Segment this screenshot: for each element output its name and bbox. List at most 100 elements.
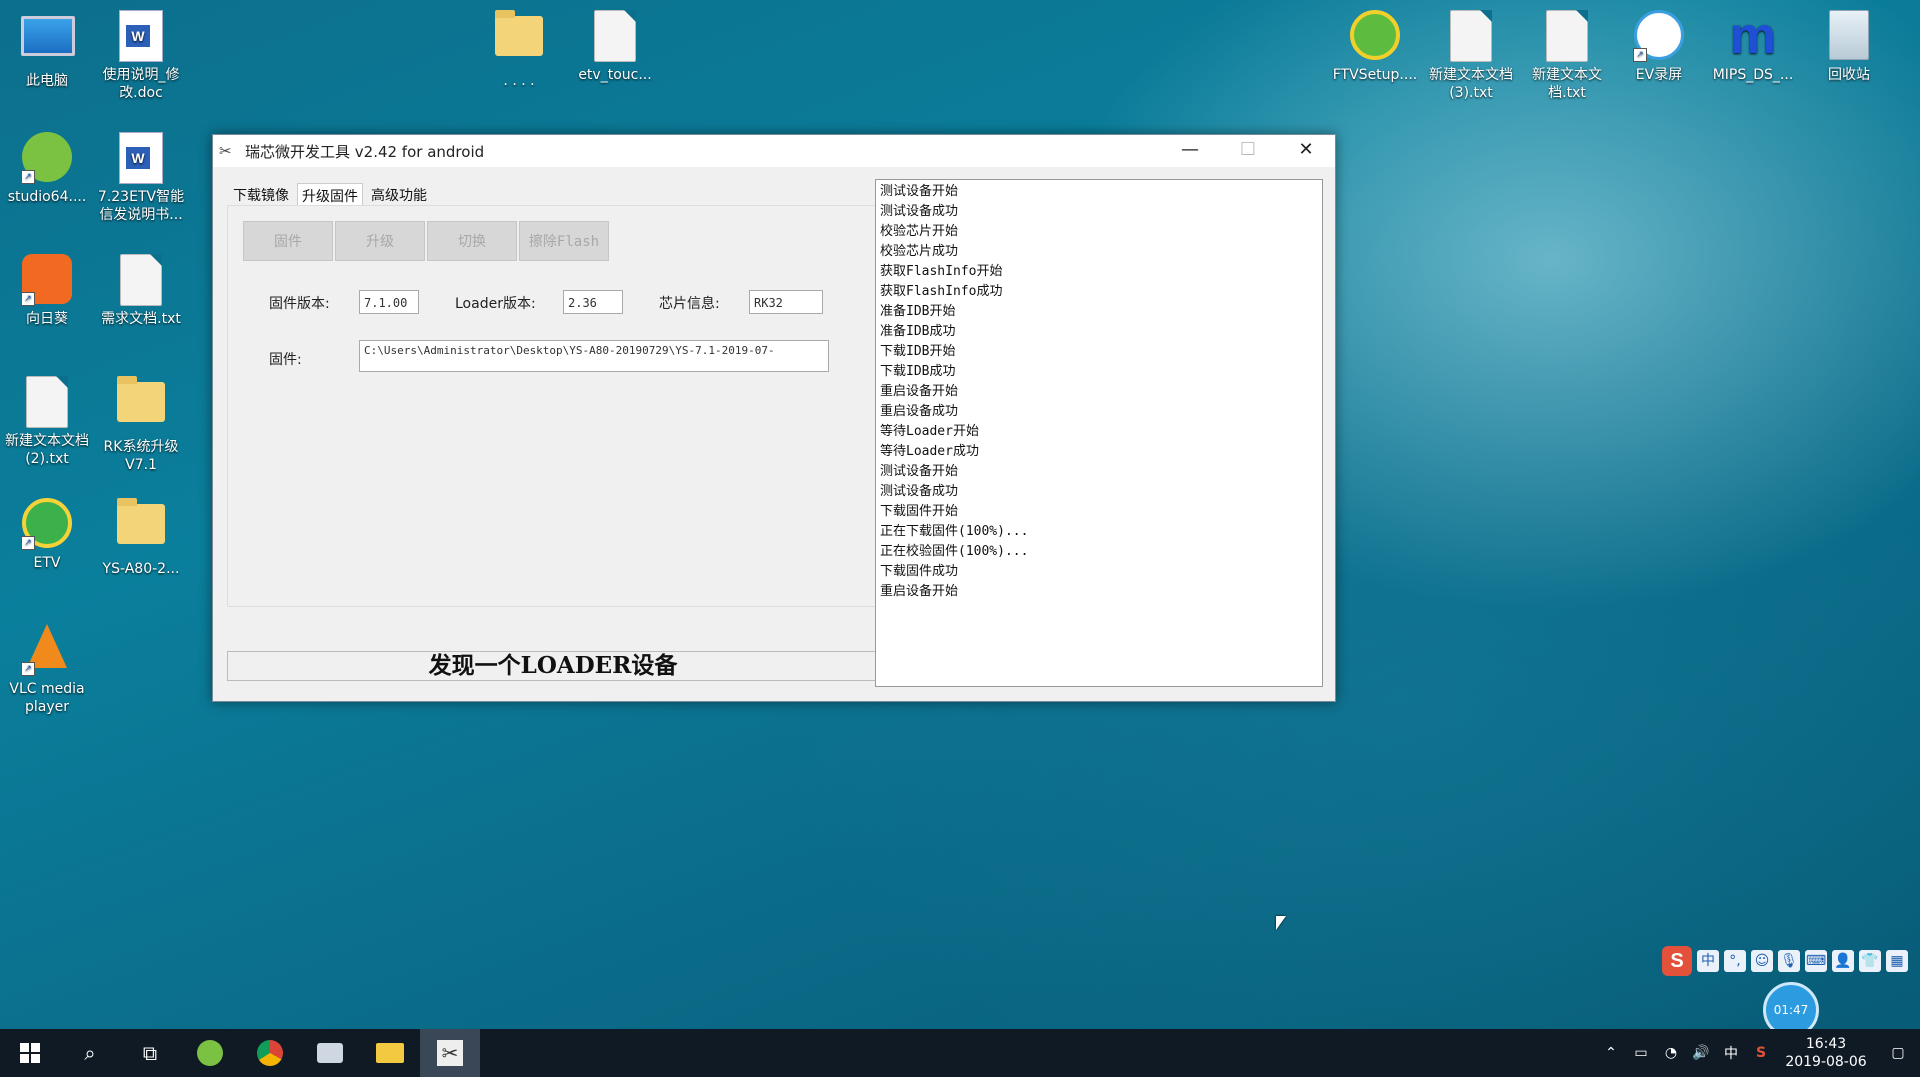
loader-version-label: Loader版本: (455, 296, 536, 312)
desktop-icon-label: EV录屏 (1635, 67, 1683, 83)
log-line: 正在校验固件(100%)... (880, 544, 1029, 559)
desktop-icon-new-text[interactable]: 新建文本文档.txt (1522, 10, 1612, 102)
desktop-icon-dots-folder[interactable]: . . . . (474, 10, 564, 90)
desktop-icon-etv-touch[interactable]: etv_touc... (570, 10, 660, 84)
sogou-logo-icon[interactable]: S (1662, 946, 1692, 976)
folder-icon (376, 1043, 404, 1063)
user-icon[interactable]: 👤 (1832, 950, 1854, 972)
firmware-version-field[interactable]: 7.1.00 (359, 290, 419, 314)
desktop-icon-recycle-bin[interactable]: 回收站 (1804, 10, 1894, 84)
desktop-icon-label: . . . . (503, 73, 535, 89)
input-language[interactable]: 中 (1716, 1043, 1746, 1063)
desktop-icon-label: YS-A80-2... (102, 561, 180, 577)
log-line: 重启设备开始 (880, 384, 959, 399)
notification-icon[interactable]: ▢ (1876, 1045, 1920, 1061)
chip-info-field[interactable]: RK32 (749, 290, 823, 314)
microphone-icon[interactable]: 🎙 (1778, 950, 1800, 972)
desktop-icon-rk-upgrade[interactable]: RK系统升级V7.1 (96, 376, 186, 474)
desktop-icon-ys-a80[interactable]: YS-A80-2... (96, 498, 186, 578)
log-line: 测试设备开始 (880, 464, 959, 479)
desktop-icon-vlc[interactable]: ↗ VLC media player (2, 620, 92, 716)
firmware-path-field[interactable]: C:\Users\Administrator\Desktop\YS-A80-20… (359, 340, 829, 372)
firmware-toolbar: 固件 升级 切换 擦除Flash (243, 221, 611, 261)
grid-menu-icon[interactable]: ▦ (1886, 950, 1908, 972)
desktop-icon-sunflower[interactable]: ↗ 向日葵 (2, 254, 92, 328)
log-line: 准备IDB开始 (880, 304, 956, 319)
log-line: 重启设备开始 (880, 584, 959, 599)
taskbar-dev-tool[interactable]: ✂ (420, 1029, 480, 1077)
task-view-button[interactable]: ⧉ (120, 1029, 180, 1077)
desktop-icon-label: 使用说明_修改.doc (102, 67, 180, 101)
volume-icon[interactable]: 🔊 (1686, 1045, 1716, 1061)
upgrade-button[interactable]: 升级 (335, 221, 425, 261)
desktop-icon-label: 向日葵 (26, 311, 68, 327)
text-file-icon (1450, 10, 1492, 62)
punctuation-icon[interactable]: °, (1724, 950, 1746, 972)
text-file-icon (1546, 10, 1588, 62)
firmware-button[interactable]: 固件 (243, 221, 333, 261)
desktop-icon-label: 新建文本文档.txt (1532, 67, 1602, 101)
recycle-bin-icon (1829, 10, 1869, 60)
emoji-icon[interactable]: ☺ (1751, 950, 1773, 972)
log-line: 下载IDB开始 (880, 344, 956, 359)
log-line: 准备IDB成功 (880, 324, 956, 339)
desktop-icon-etv[interactable]: ↗ ETV (2, 498, 92, 572)
chevron-up-icon[interactable]: ⌃ (1596, 1045, 1626, 1061)
desktop-icon-label: studio64.... (7, 189, 87, 205)
keyboard-icon[interactable]: ⌨ (1805, 950, 1827, 972)
title-bar[interactable]: ✂ 瑞芯微开发工具 v2.42 for android — ☐ ✕ (213, 135, 1335, 167)
search-button[interactable]: ⌕ (60, 1029, 120, 1077)
sogou-tray-icon[interactable]: S (1746, 1045, 1776, 1061)
desktop-icon-new-text-3[interactable]: 新建文本文档(3).txt (1426, 10, 1516, 102)
skin-icon[interactable]: 👕 (1859, 950, 1881, 972)
taskbar-app[interactable] (300, 1029, 360, 1077)
mouse-cursor-icon (1276, 916, 1286, 930)
desktop-icon-label: 回收站 (1828, 67, 1870, 83)
log-line: 下载固件开始 (880, 504, 959, 519)
clock[interactable]: 16:43 2019-08-06 (1776, 1035, 1876, 1071)
desktop-icon-label: 新建文本文档(2).txt (5, 433, 89, 467)
desktop-icon-label: FTVSetup.... (1332, 67, 1418, 83)
loader-version-field[interactable]: 2.36 (563, 290, 623, 314)
log-line: 校验芯片开始 (880, 224, 959, 239)
desktop-icon-ev-recorder[interactable]: ↗ EV录屏 (1614, 10, 1704, 84)
desktop-icon-ftvsetup[interactable]: FTVSetup.... (1330, 10, 1420, 84)
start-button[interactable] (0, 1029, 60, 1077)
taskbar-chrome[interactable] (240, 1029, 300, 1077)
desktop-icon-label: MIPS_DS_... (1712, 67, 1794, 83)
network-icon[interactable]: ◔ (1656, 1045, 1686, 1061)
rockchip-dev-tool-window: ✂ 瑞芯微开发工具 v2.42 for android — ☐ ✕ 下载镜像 升… (212, 134, 1336, 702)
ime-mode-toggle[interactable]: 中 (1697, 950, 1719, 972)
desktop-icon-this-pc[interactable]: 此电脑 (2, 10, 92, 90)
log-output[interactable]: 测试设备开始 测试设备成功 校验芯片开始 校验芯片成功 获取FlashInfo开… (875, 179, 1323, 687)
erase-flash-button[interactable]: 擦除Flash (519, 221, 609, 261)
chip-info-label: 芯片信息: (659, 296, 720, 312)
minimize-button[interactable]: — (1161, 135, 1219, 167)
desktop-icon-label: etv_touc... (578, 67, 652, 83)
maximize-button[interactable]: ☐ (1219, 135, 1277, 167)
task-view-icon: ⧉ (142, 1041, 158, 1065)
desktop-icon-label: 此电脑 (26, 73, 68, 89)
desktop-icon-requirements[interactable]: 需求文档.txt (96, 254, 186, 328)
desktop-icon-studio64[interactable]: ↗ studio64.... (2, 132, 92, 206)
log-line: 等待Loader开始 (880, 424, 979, 439)
tool-app-icon: ✂ (219, 142, 232, 160)
upgrade-panel (227, 205, 883, 607)
taskbar-android-studio[interactable] (180, 1029, 240, 1077)
desktop-icon-usage-doc[interactable]: W 使用说明_修改.doc (96, 10, 186, 102)
desktop-icon-mips[interactable]: m MIPS_DS_... (1708, 10, 1798, 84)
desktop-icon-new-text-2[interactable]: 新建文本文档(2).txt (2, 376, 92, 468)
battery-icon[interactable]: ▭ (1626, 1045, 1656, 1061)
folder-icon (495, 10, 543, 56)
close-button[interactable]: ✕ (1277, 135, 1335, 167)
desktop-icon-label: RK系统升级V7.1 (103, 439, 179, 473)
ime-toolbar: S 中 °, ☺ 🎙 ⌨ 👤 👕 ▦ (1662, 946, 1908, 976)
word-doc-icon: W (119, 10, 163, 62)
log-line: 获取FlashInfo成功 (880, 284, 1003, 299)
switch-button[interactable]: 切换 (427, 221, 517, 261)
taskbar-file-explorer[interactable] (360, 1029, 420, 1077)
log-line: 测试设备开始 (880, 184, 959, 199)
desktop-icon-etv-manual[interactable]: W 7.23ETV智能信发说明书... (96, 132, 186, 224)
log-line: 等待Loader成功 (880, 444, 979, 459)
app-icon (317, 1043, 343, 1063)
